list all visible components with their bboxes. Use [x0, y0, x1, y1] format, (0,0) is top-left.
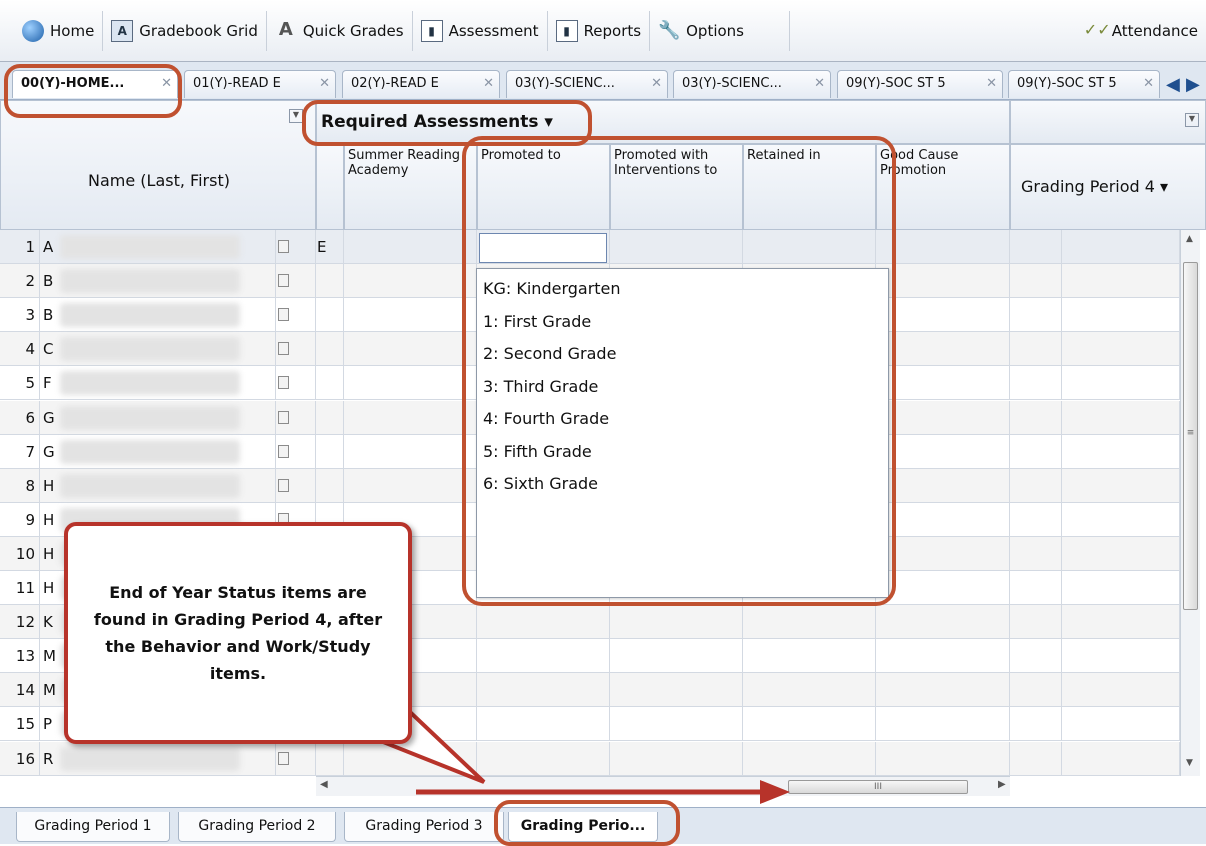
student-initial: M — [43, 681, 56, 700]
student-initial: R — [43, 749, 54, 768]
student-initial: C — [43, 340, 54, 359]
student-initial: K — [43, 613, 53, 632]
student-initial: H — [43, 579, 55, 597]
callout-note: End of Year Status items are found in Gr… — [64, 522, 412, 744]
student-initial: A — [43, 238, 54, 256]
student-initial: H — [43, 476, 55, 495]
student-initial: B — [43, 272, 54, 291]
callout-text: End of Year Status items are found in Gr… — [93, 583, 383, 683]
student-initial: G — [43, 408, 55, 427]
arrow-head — [760, 780, 790, 804]
student-initial: B — [43, 306, 54, 325]
student-initial: G — [43, 442, 55, 461]
student-initial: F — [43, 374, 52, 393]
student-initial: M — [43, 647, 56, 666]
student-initial: H — [43, 544, 55, 563]
student-initial: H — [43, 510, 55, 529]
student-initial: P — [43, 715, 53, 734]
